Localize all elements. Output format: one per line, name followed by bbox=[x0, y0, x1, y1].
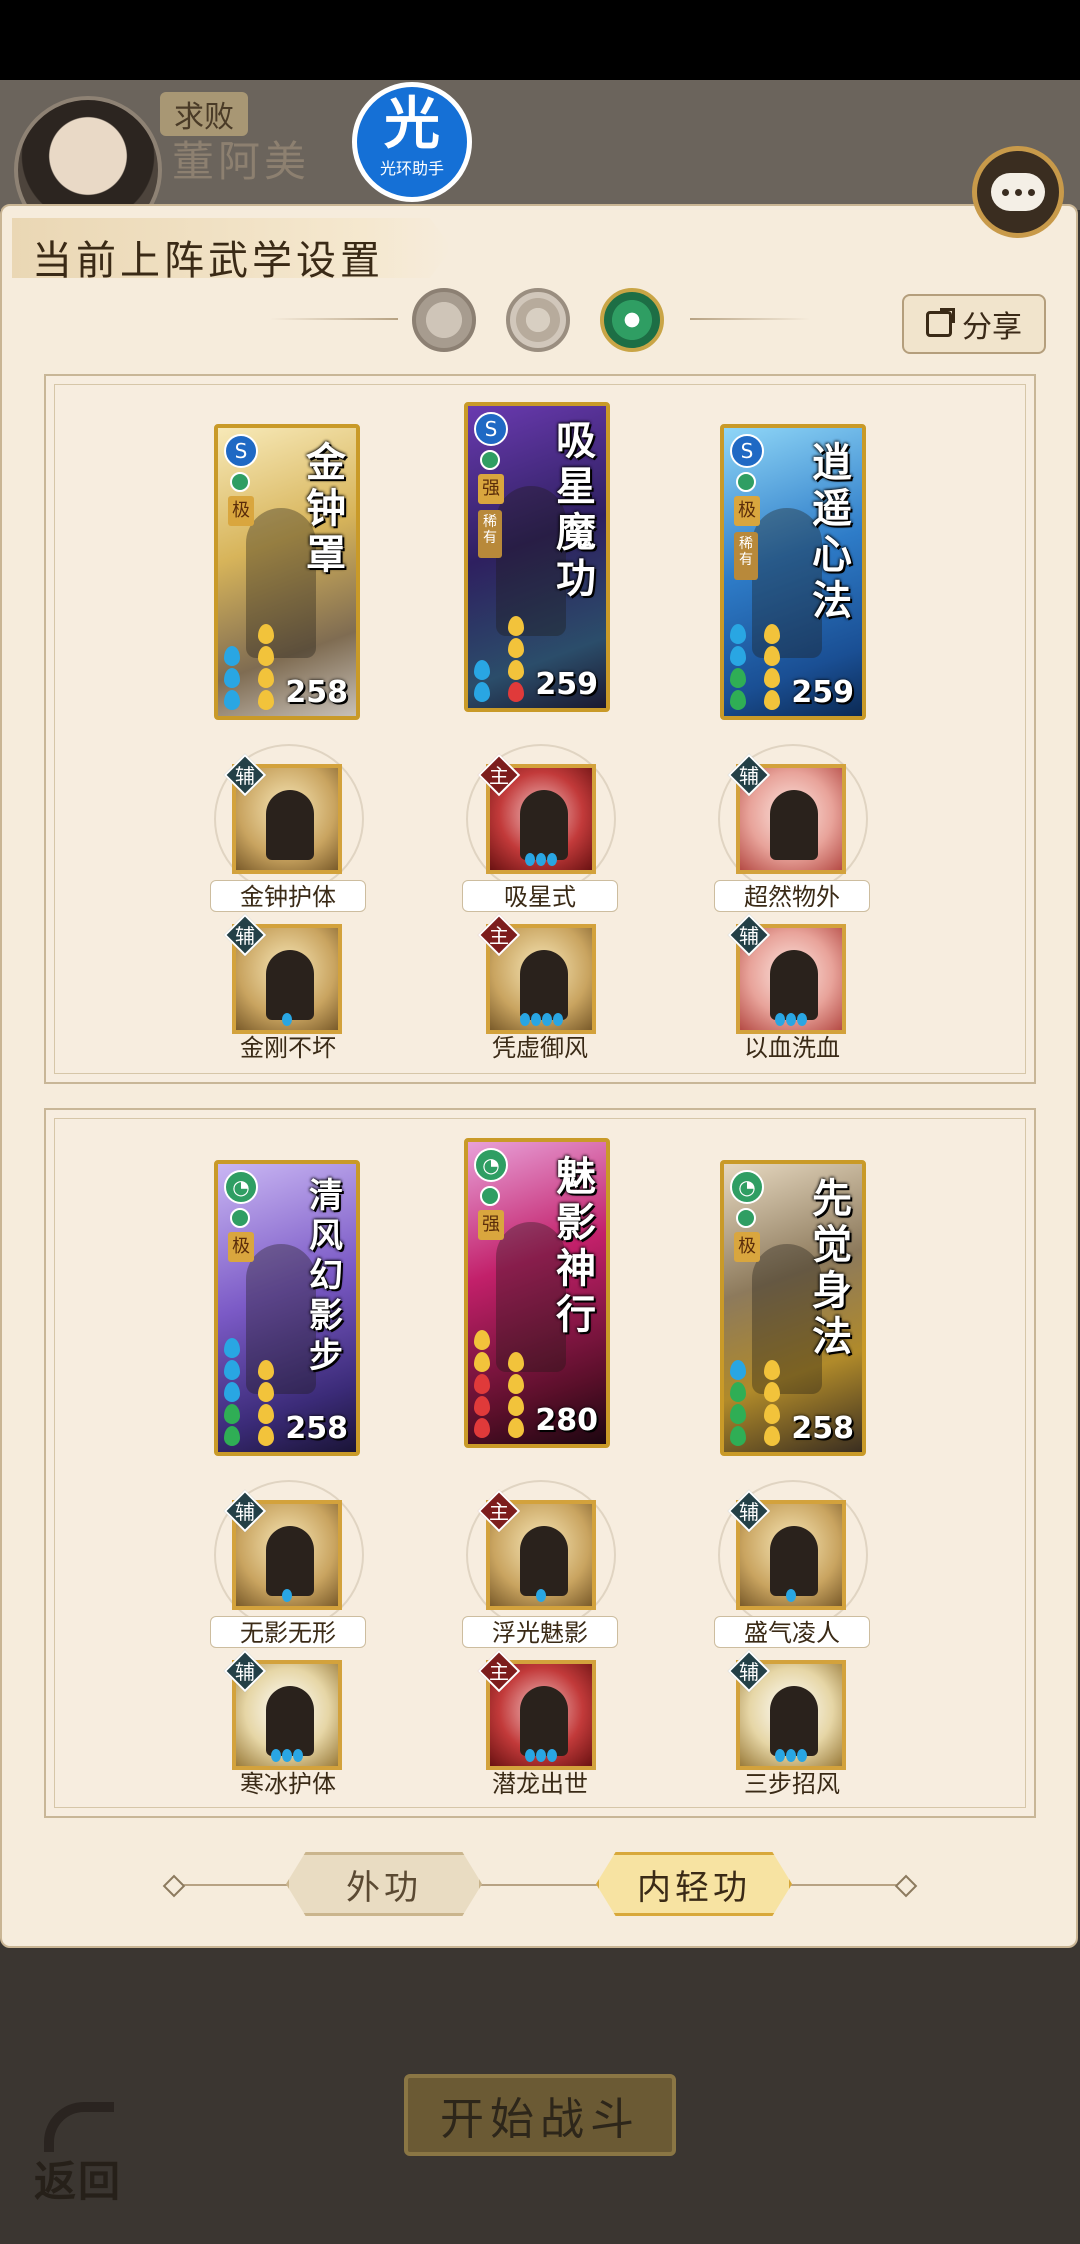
status-bar bbox=[0, 0, 1080, 80]
skill-type-badge: 主 bbox=[477, 1489, 522, 1534]
skill-type-badge: 主 bbox=[477, 913, 522, 958]
water-drops-icon bbox=[730, 624, 746, 710]
chat-icon bbox=[991, 173, 1045, 211]
element-icon bbox=[480, 450, 500, 470]
back-label: 返回 bbox=[34, 2157, 123, 2206]
card-power: 259 bbox=[535, 667, 598, 702]
category-inner-button[interactable]: 内轻功 bbox=[596, 1852, 792, 1916]
element-icon bbox=[736, 1208, 756, 1228]
card-rank: 极 bbox=[734, 1232, 760, 1262]
panel-title-bar: 当前上阵武学设置 bbox=[12, 218, 452, 278]
element-icon bbox=[480, 1186, 500, 1206]
gold-drops-icon bbox=[508, 616, 524, 702]
card-title: 清风幻影步 bbox=[309, 1176, 343, 1376]
card-rarity: 稀有 bbox=[478, 510, 502, 558]
skill-type-badge: 辅 bbox=[727, 753, 772, 798]
skill-name: 以血洗血 bbox=[744, 1034, 840, 1062]
water-drops-icon bbox=[224, 1338, 240, 1446]
water-drops-icon bbox=[224, 646, 240, 710]
skill-name: 寒冰护体 bbox=[240, 1770, 336, 1798]
skill-name: 超然物外 bbox=[714, 880, 870, 912]
skill-name: 三步招风 bbox=[744, 1770, 840, 1798]
category-outer-button[interactable]: 外功 bbox=[286, 1852, 482, 1916]
back-arrow-icon bbox=[44, 2102, 114, 2152]
skill-card-1[interactable]: S 极 金钟罩 258 bbox=[214, 424, 360, 720]
red-drops-icon bbox=[474, 1330, 490, 1438]
skill-card-2[interactable]: S 强 稀有 吸星魔功 259 bbox=[464, 402, 610, 712]
skill-type-badge: 辅 bbox=[223, 1649, 268, 1694]
assist-logo-label: 光环助手 bbox=[379, 159, 444, 178]
card-title: 魅影神行 bbox=[556, 1153, 596, 1338]
card-power: 258 bbox=[285, 1411, 348, 1446]
skill-name: 浮光魅影 bbox=[462, 1616, 618, 1648]
tab-sun-icon[interactable] bbox=[506, 288, 570, 352]
card-rarity: 稀有 bbox=[734, 532, 758, 580]
school-emblem-icon: S bbox=[224, 434, 258, 468]
card-rank: 强 bbox=[478, 474, 504, 504]
share-label: 分享 bbox=[962, 310, 1022, 345]
skill-name: 凭虚御风 bbox=[492, 1034, 588, 1062]
tab-moon-icon[interactable] bbox=[412, 288, 476, 352]
card-rank: 极 bbox=[228, 496, 254, 526]
card-title: 吸星魔功 bbox=[556, 417, 596, 602]
card-title: 金钟罩 bbox=[306, 439, 346, 578]
tab-divider-left bbox=[270, 318, 398, 320]
gold-drops-icon bbox=[764, 1360, 780, 1446]
gold-drops-icon bbox=[764, 624, 780, 710]
skill-type-badge: 辅 bbox=[223, 753, 268, 798]
school-emblem-icon: S bbox=[730, 434, 764, 468]
tab-divider-right bbox=[690, 318, 810, 320]
skill-name: 金钟护体 bbox=[210, 880, 366, 912]
skill-type-badge: 主 bbox=[477, 1649, 522, 1694]
element-icon bbox=[230, 472, 250, 492]
card-title: 逍遥心法 bbox=[812, 439, 852, 624]
assist-logo-glyph: 光 bbox=[384, 91, 440, 157]
back-button[interactable]: 返回 bbox=[30, 2096, 140, 2206]
category-divider bbox=[170, 1884, 910, 1886]
share-button[interactable]: 分享 bbox=[902, 294, 1046, 354]
water-drops-icon bbox=[474, 660, 490, 702]
skill-card-5[interactable]: ◔ 强 魅影神行 280 bbox=[464, 1138, 610, 1448]
card-power: 258 bbox=[791, 1411, 854, 1446]
panel-title: 当前上阵武学设置 bbox=[32, 238, 384, 284]
card-power: 259 bbox=[791, 675, 854, 710]
card-rank: 极 bbox=[228, 1232, 254, 1262]
skill-name: 无影无形 bbox=[210, 1616, 366, 1648]
card-rank: 极 bbox=[734, 496, 760, 526]
start-battle-button[interactable]: 开始战斗 bbox=[404, 2074, 676, 2156]
skill-type-badge: 辅 bbox=[727, 1489, 772, 1534]
school-emblem-icon: ◔ bbox=[474, 1148, 508, 1182]
chat-button[interactable] bbox=[972, 146, 1064, 238]
skill-type-badge: 辅 bbox=[223, 913, 268, 958]
assist-app-badge[interactable]: 光 光环助手 bbox=[352, 82, 472, 202]
element-icon bbox=[230, 1208, 250, 1228]
card-power: 258 bbox=[285, 675, 348, 710]
share-icon bbox=[926, 308, 955, 337]
skill-name: 吸星式 bbox=[462, 880, 618, 912]
card-power: 280 bbox=[535, 1403, 598, 1438]
skill-name: 金刚不坏 bbox=[240, 1034, 336, 1062]
skill-card-6[interactable]: ◔ 极 先觉身法 258 bbox=[720, 1160, 866, 1456]
skill-card-4[interactable]: ◔ 极 清风幻影步 258 bbox=[214, 1160, 360, 1456]
gold-drops-icon bbox=[508, 1352, 524, 1438]
skill-type-badge: 主 bbox=[477, 753, 522, 798]
skill-type-badge: 辅 bbox=[223, 1489, 268, 1534]
school-emblem-icon: ◔ bbox=[730, 1170, 764, 1204]
gold-drops-icon bbox=[258, 1360, 274, 1446]
school-emblem-icon: ◔ bbox=[224, 1170, 258, 1204]
card-title: 先觉身法 bbox=[812, 1175, 852, 1360]
player-name: 董阿美 bbox=[172, 137, 311, 186]
skill-card-3[interactable]: S 极 稀有 逍遥心法 259 bbox=[720, 424, 866, 720]
element-icon bbox=[736, 472, 756, 492]
gold-drops-icon bbox=[258, 624, 274, 710]
skill-type-badge: 辅 bbox=[727, 913, 772, 958]
water-drops-icon bbox=[730, 1360, 746, 1446]
school-emblem-icon: S bbox=[474, 412, 508, 446]
skill-name: 潜龙出世 bbox=[492, 1770, 588, 1798]
skill-type-badge: 辅 bbox=[727, 1649, 772, 1694]
card-rank: 强 bbox=[478, 1210, 504, 1240]
skill-name: 盛气凌人 bbox=[714, 1616, 870, 1648]
tab-jade-icon[interactable] bbox=[600, 288, 664, 352]
